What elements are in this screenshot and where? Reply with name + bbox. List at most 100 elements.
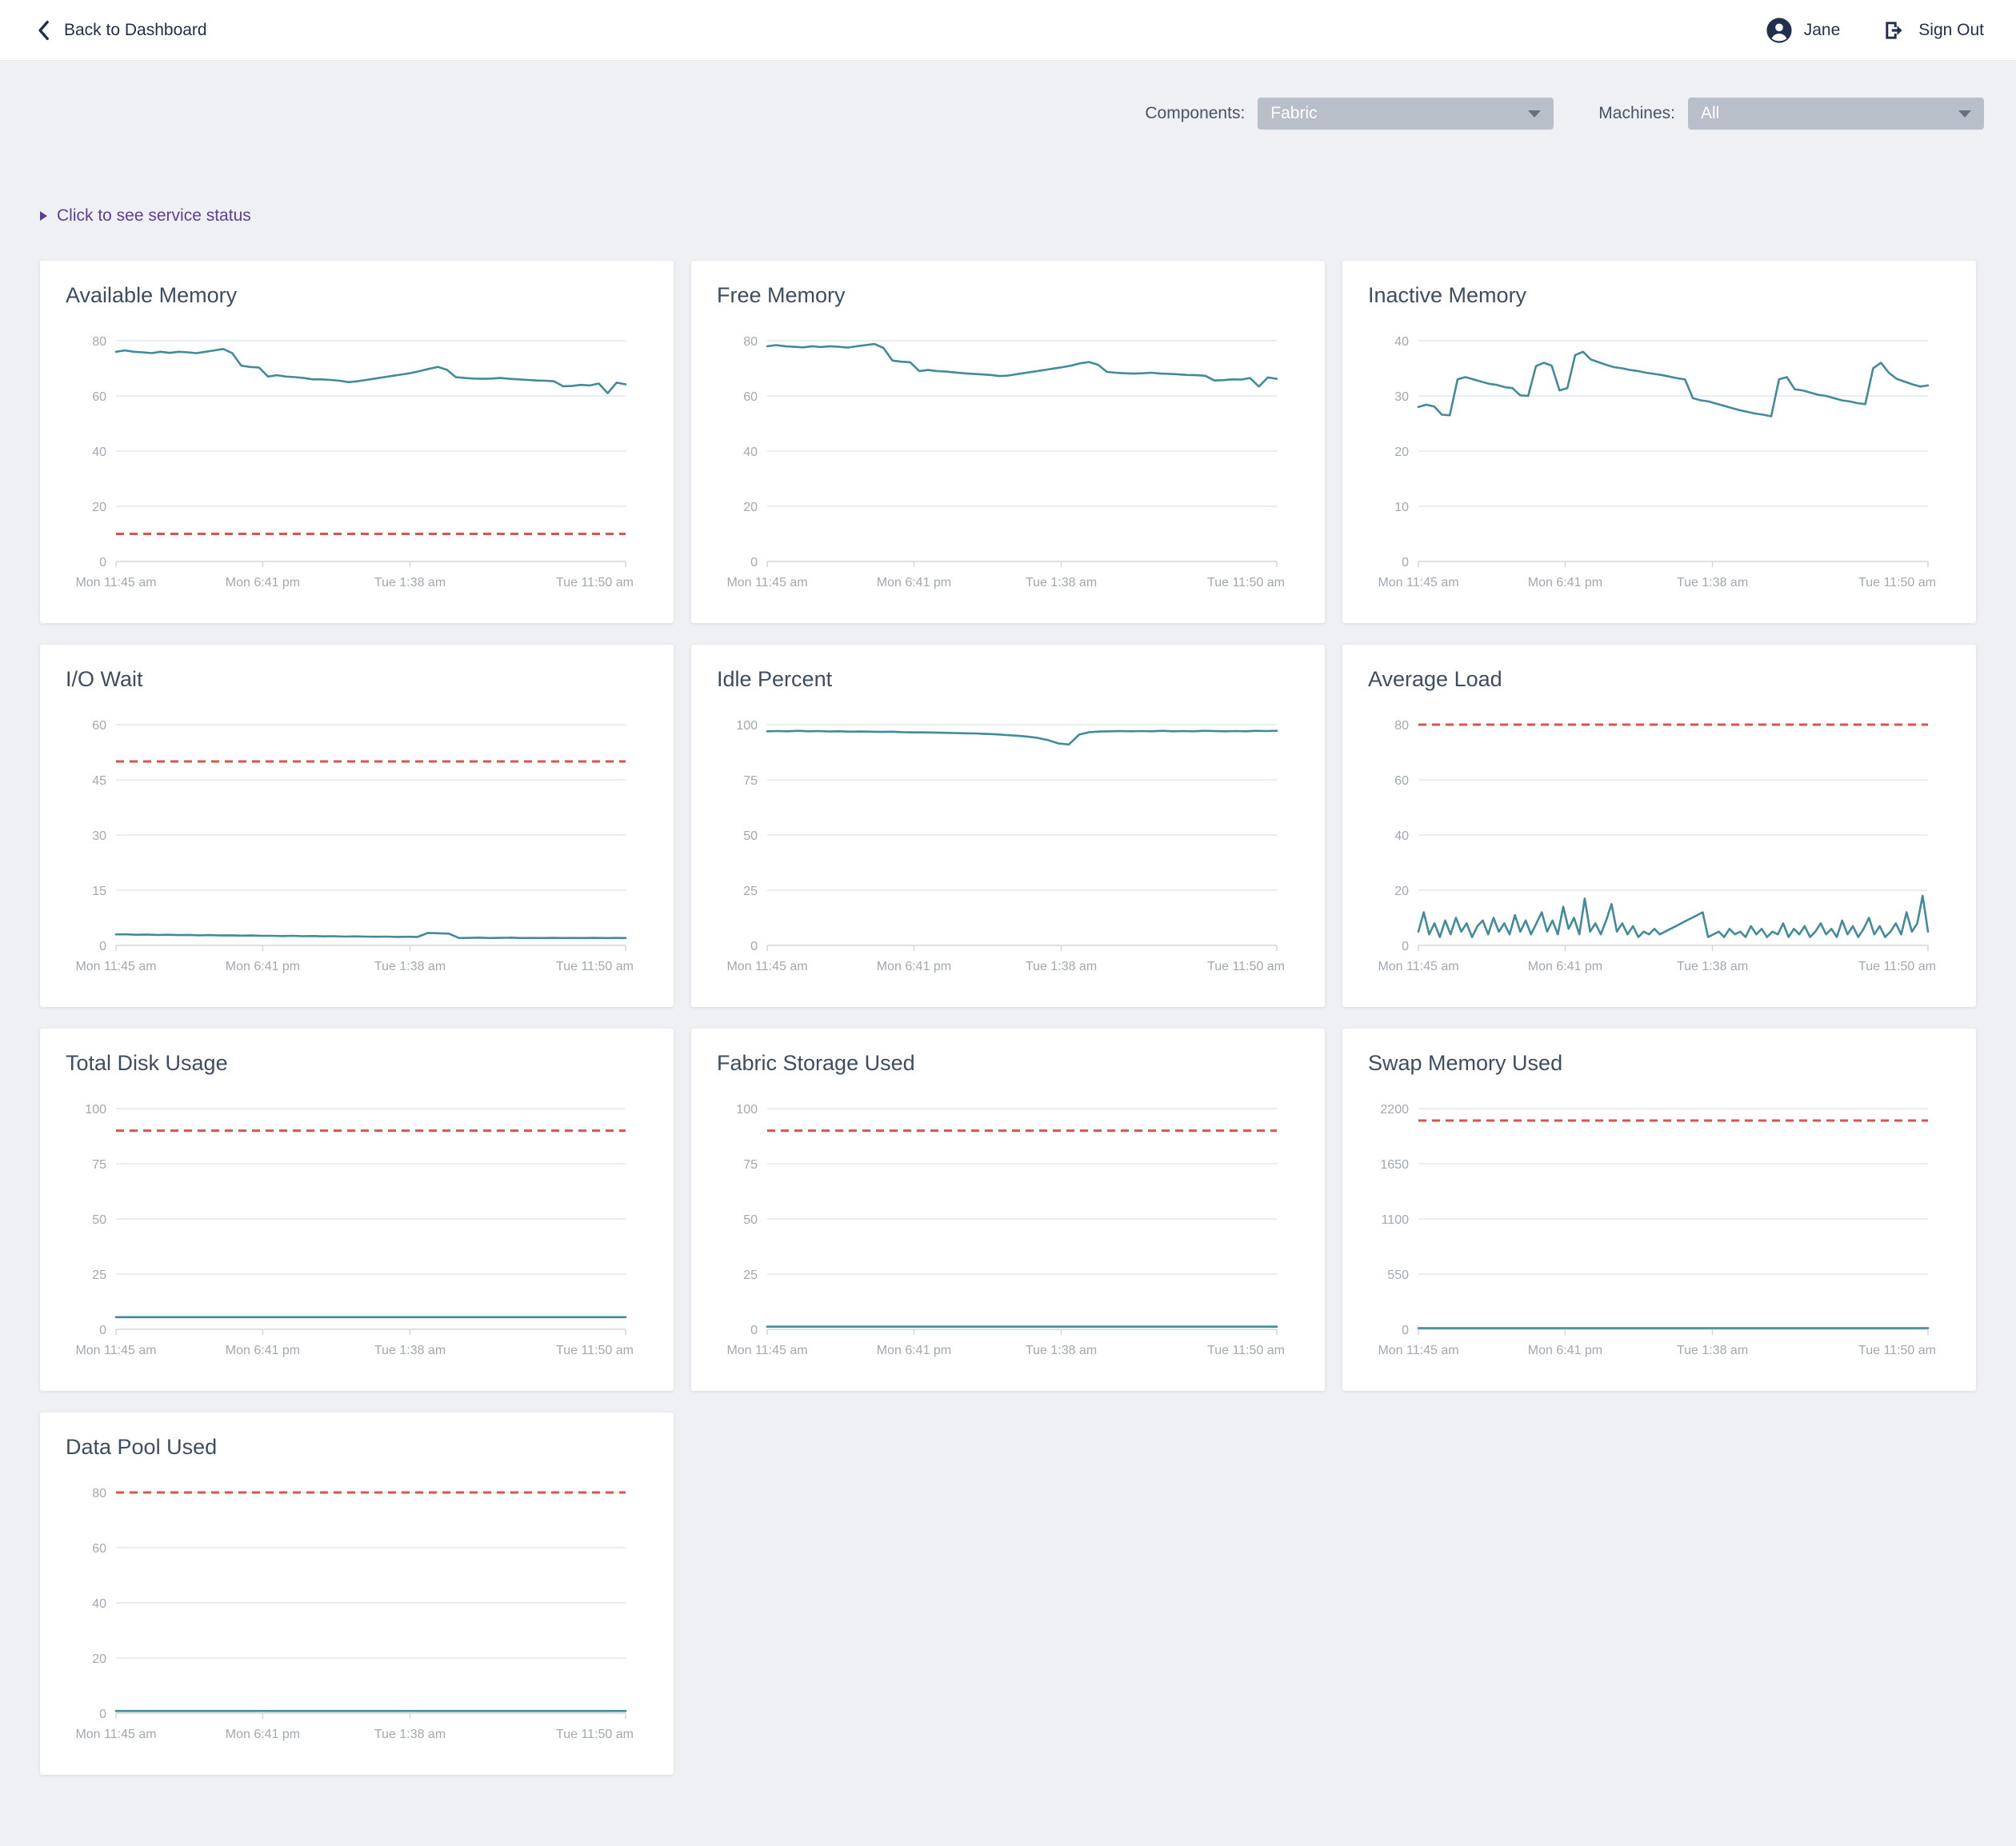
svg-text:40: 40	[743, 446, 758, 459]
line-chart: 020406080Mon 11:45 amMon 6:41 pmTue 1:38…	[40, 261, 674, 623]
svg-text:20: 20	[92, 501, 106, 514]
svg-text:Tue 1:38 am: Tue 1:38 am	[374, 1344, 446, 1357]
chart-card-average-load: Average Load 020406080Mon 11:45 amMon 6:…	[1342, 645, 1976, 1007]
chevron-down-icon	[1958, 110, 1971, 118]
components-filter: Components: Fabric	[1145, 98, 1554, 130]
svg-text:20: 20	[1394, 446, 1409, 459]
chart-card-fabric-storage-used: Fabric Storage Used 0255075100Mon 11:45 …	[691, 1029, 1325, 1391]
line-chart: 020406080Mon 11:45 amMon 6:41 pmTue 1:38…	[1342, 645, 1976, 1007]
svg-text:Tue 1:38 am: Tue 1:38 am	[374, 1728, 446, 1741]
svg-text:50: 50	[743, 1213, 758, 1227]
svg-text:50: 50	[92, 1213, 106, 1227]
svg-text:Mon 11:45 am: Mon 11:45 am	[726, 576, 807, 589]
line-chart: 0550110016502200Mon 11:45 amMon 6:41 pmT…	[1342, 1029, 1976, 1391]
svg-text:0: 0	[99, 1324, 106, 1337]
back-chevron-icon	[35, 20, 51, 41]
service-status-label: Click to see service status	[57, 206, 251, 226]
chart-card-total-disk-usage: Total Disk Usage 0255075100Mon 11:45 amM…	[40, 1029, 674, 1391]
svg-text:Tue 1:38 am: Tue 1:38 am	[1677, 960, 1748, 973]
line-chart: 010203040Mon 11:45 amMon 6:41 pmTue 1:38…	[1342, 261, 1976, 623]
sign-out-button[interactable]: Sign Out	[1882, 18, 1984, 43]
svg-text:Mon 11:45 am: Mon 11:45 am	[1378, 960, 1458, 973]
svg-text:25: 25	[743, 885, 758, 898]
svg-text:2200: 2200	[1380, 1103, 1409, 1117]
svg-text:Mon 6:41 pm: Mon 6:41 pm	[1528, 960, 1602, 973]
svg-text:Tue 11:50 am: Tue 11:50 am	[1858, 576, 1936, 589]
sign-out-icon	[1882, 18, 1907, 43]
chevron-down-icon	[1528, 110, 1541, 118]
chart-card-free-memory: Free Memory 020406080Mon 11:45 amMon 6:4…	[691, 261, 1325, 623]
chart-card-data-pool-used: Data Pool Used 020406080Mon 11:45 amMon …	[40, 1412, 674, 1775]
machines-dropdown[interactable]: All	[1688, 98, 1984, 130]
svg-text:10: 10	[1394, 501, 1409, 514]
svg-text:Tue 1:38 am: Tue 1:38 am	[1677, 1344, 1748, 1357]
user-name: Jane	[1804, 21, 1841, 40]
svg-text:50: 50	[743, 829, 758, 843]
svg-text:20: 20	[92, 1652, 106, 1666]
components-dropdown-value: Fabric	[1270, 104, 1317, 123]
svg-text:25: 25	[92, 1269, 106, 1282]
svg-text:Tue 11:50 am: Tue 11:50 am	[1207, 576, 1285, 589]
svg-text:Tue 1:38 am: Tue 1:38 am	[374, 576, 446, 589]
svg-text:20: 20	[1394, 885, 1409, 898]
machines-dropdown-value: All	[1701, 104, 1719, 123]
charts-grid: Available Memory 020406080Mon 11:45 amMo…	[40, 261, 1976, 1775]
user-menu[interactable]: Jane	[1766, 17, 1841, 44]
svg-text:Tue 1:38 am: Tue 1:38 am	[1026, 1344, 1097, 1357]
svg-text:Mon 11:45 am: Mon 11:45 am	[1378, 576, 1458, 589]
top-bar: Back to Dashboard Jane Sign Out	[0, 0, 2016, 61]
expand-triangle-icon	[40, 211, 47, 221]
svg-text:Tue 11:50 am: Tue 11:50 am	[556, 576, 634, 589]
svg-text:80: 80	[92, 1487, 106, 1500]
chart-card-idle-percent: Idle Percent 0255075100Mon 11:45 amMon 6…	[691, 645, 1325, 1007]
svg-text:Mon 11:45 am: Mon 11:45 am	[75, 1728, 156, 1741]
svg-text:100: 100	[736, 719, 758, 733]
svg-text:Mon 6:41 pm: Mon 6:41 pm	[877, 1344, 951, 1357]
svg-text:75: 75	[743, 774, 758, 788]
svg-text:Mon 11:45 am: Mon 11:45 am	[1378, 1344, 1458, 1357]
svg-text:Tue 11:50 am: Tue 11:50 am	[1207, 960, 1285, 973]
svg-text:0: 0	[750, 940, 758, 953]
svg-text:100: 100	[85, 1103, 106, 1117]
service-status-toggle[interactable]: Click to see service status	[40, 206, 251, 226]
svg-text:Tue 1:38 am: Tue 1:38 am	[374, 960, 446, 973]
svg-text:0: 0	[99, 940, 106, 953]
sign-out-label: Sign Out	[1918, 21, 1984, 40]
svg-text:Tue 11:50 am: Tue 11:50 am	[1858, 960, 1936, 973]
svg-text:Tue 1:38 am: Tue 1:38 am	[1026, 960, 1097, 973]
back-to-dashboard-link[interactable]: Back to Dashboard	[35, 20, 207, 41]
svg-text:Mon 6:41 pm: Mon 6:41 pm	[1528, 576, 1602, 589]
svg-text:Tue 1:38 am: Tue 1:38 am	[1026, 576, 1097, 589]
svg-text:30: 30	[92, 829, 106, 843]
svg-text:100: 100	[736, 1103, 758, 1117]
svg-text:60: 60	[743, 390, 758, 404]
back-to-dashboard-label: Back to Dashboard	[64, 21, 207, 40]
svg-text:80: 80	[743, 335, 758, 349]
user-area: Jane Sign Out	[1766, 17, 1984, 44]
machines-filter: Machines: All	[1598, 98, 1984, 130]
svg-text:Mon 6:41 pm: Mon 6:41 pm	[877, 960, 951, 973]
svg-text:Tue 1:38 am: Tue 1:38 am	[1677, 576, 1748, 589]
chart-card-i-o-wait: I/O Wait 015304560Mon 11:45 amMon 6:41 p…	[40, 645, 674, 1007]
svg-text:75: 75	[92, 1158, 106, 1172]
svg-text:Mon 11:45 am: Mon 11:45 am	[75, 576, 156, 589]
chart-card-inactive-memory: Inactive Memory 010203040Mon 11:45 amMon…	[1342, 261, 1976, 623]
svg-text:40: 40	[1394, 335, 1409, 349]
line-chart: 020406080Mon 11:45 amMon 6:41 pmTue 1:38…	[691, 261, 1325, 623]
components-dropdown[interactable]: Fabric	[1258, 98, 1554, 130]
line-chart: 0255075100Mon 11:45 amMon 6:41 pmTue 1:3…	[691, 1029, 1325, 1391]
svg-text:20: 20	[743, 501, 758, 514]
svg-text:1100: 1100	[1382, 1213, 1410, 1227]
svg-text:15: 15	[92, 885, 106, 898]
svg-text:Tue 11:50 am: Tue 11:50 am	[1207, 1344, 1285, 1357]
svg-text:0: 0	[1402, 940, 1409, 953]
user-avatar-icon	[1766, 17, 1793, 44]
svg-text:Mon 11:45 am: Mon 11:45 am	[726, 1344, 807, 1357]
svg-text:0: 0	[750, 1324, 758, 1337]
line-chart: 0255075100Mon 11:45 amMon 6:41 pmTue 1:3…	[691, 645, 1325, 1007]
svg-text:Mon 6:41 pm: Mon 6:41 pm	[877, 576, 951, 589]
svg-text:75: 75	[743, 1158, 758, 1172]
svg-text:550: 550	[1387, 1269, 1409, 1282]
line-chart: 020406080Mon 11:45 amMon 6:41 pmTue 1:38…	[40, 1412, 674, 1775]
svg-text:1650: 1650	[1380, 1158, 1409, 1172]
